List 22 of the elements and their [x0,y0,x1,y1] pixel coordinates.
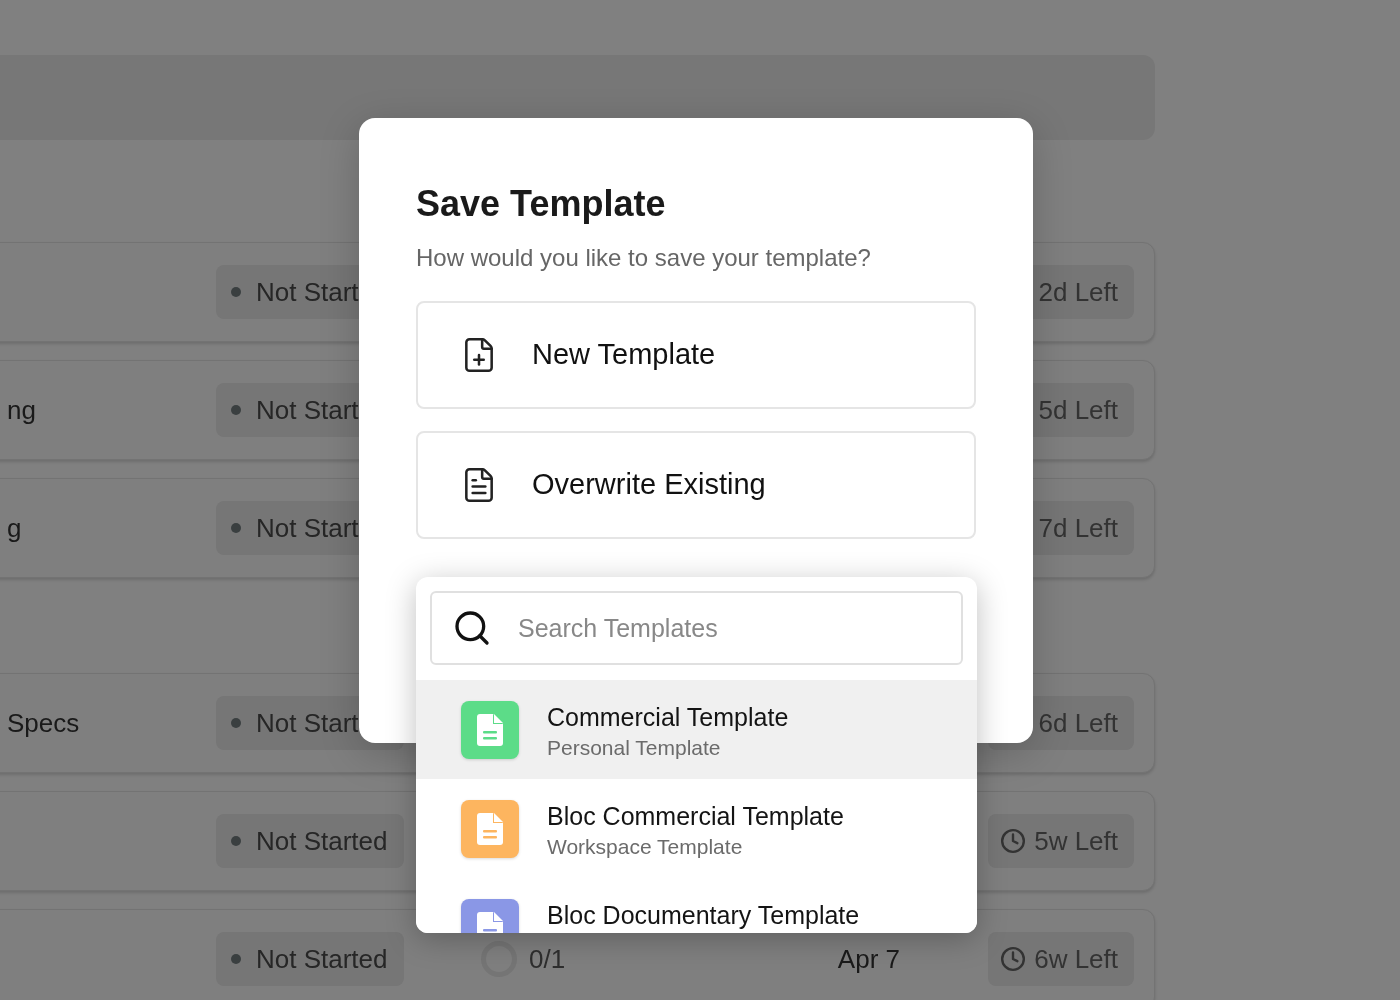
clock-icon [1000,946,1027,972]
dialog-title: Save Template [416,182,667,226]
template-option-button[interactable]: New Template [416,301,976,409]
progress-count: 0/1 [529,942,566,976]
template-list-item[interactable]: Commercial Template Personal Template [416,680,977,779]
template-list-item[interactable]: Bloc Commercial Template Workspace Template [416,779,977,878]
template-list-item[interactable]: Bloc Documentary Template [416,878,977,933]
search-icon [452,608,492,648]
due-date: Apr 7 [837,942,900,976]
task-name: ng [6,394,36,425]
search-box[interactable]: Search Templates [430,591,963,665]
search-field[interactable]: Search Templates [518,593,961,663]
time-left-badge: 5w Left [988,814,1134,868]
task-name: Specs [6,707,80,738]
status-badge: Not Started [216,932,404,986]
time-left-badge: 6w Left [988,932,1134,986]
task-name: g [6,512,22,543]
dialog-subtitle: How would you like to save your template? [416,243,872,273]
clock-icon [1000,828,1027,854]
status-badge: Not Started [216,814,404,868]
template-option-button[interactable]: Overwrite Existing [416,431,976,539]
progress-ring-icon [481,941,517,977]
